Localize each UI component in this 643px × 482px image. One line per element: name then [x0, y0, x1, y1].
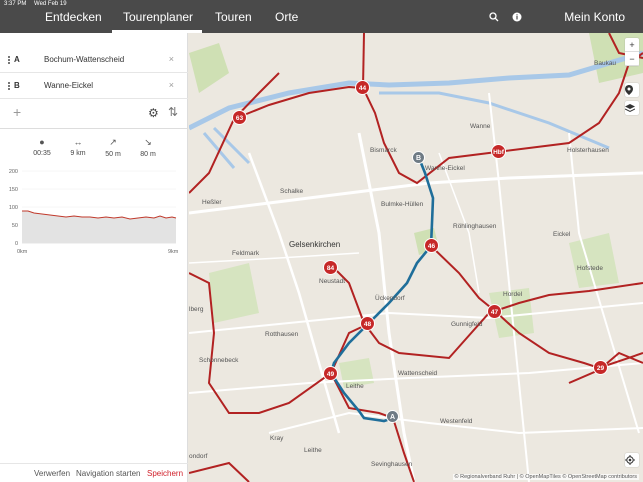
waypoint-marker-b[interactable]: B — [412, 151, 425, 164]
map-label: Sevinghausen — [371, 461, 413, 468]
elevation-profile: 200 150 100 50 0 0km 9km — [0, 169, 188, 259]
map-label: ondorf — [189, 453, 208, 460]
waypoint-start-field[interactable]: Bochum-Wattenscheid — [44, 55, 124, 64]
locate-me-icon[interactable] — [625, 453, 639, 467]
stat-ascent: ↗ 50 m — [98, 137, 128, 158]
route-badge[interactable]: 46 — [424, 238, 439, 253]
map-label: Schonnebeck — [199, 357, 239, 364]
map-label: Heßler — [202, 199, 222, 206]
waypoint-marker-a[interactable]: A — [386, 410, 399, 423]
duration-value: 00:35 — [33, 150, 51, 157]
y-tick: 0 — [15, 241, 18, 247]
map-label: Hofstede — [577, 265, 604, 272]
map-view[interactable]: Baukau Wanne Bismarck Holsterhausen Scha… — [189, 33, 643, 482]
map-canvas[interactable] — [189, 33, 643, 482]
descent-icon: ↘ — [144, 137, 152, 147]
map-label: Leithe — [346, 383, 364, 390]
route-badge[interactable]: 47 — [487, 304, 502, 319]
clear-icon[interactable]: × — [169, 80, 174, 90]
gear-icon[interactable]: ⚙ — [148, 106, 159, 120]
distance-icon: ↔ — [73, 137, 83, 147]
map-attribution[interactable]: © Regionalverband Ruhr | © OpenMapTiles … — [452, 474, 639, 480]
discard-button[interactable]: Verwerfen — [34, 469, 70, 478]
elevation-area — [22, 211, 176, 243]
map-label: Kray — [270, 435, 284, 442]
map-label: Ückendorf — [375, 295, 405, 302]
map-label: Bismarck — [370, 147, 397, 154]
route-planner-sidebar: A Bochum-Wattenscheid × B Wanne-Eickel ×… — [0, 33, 188, 482]
map-label: Rotthausen — [265, 331, 299, 338]
ascent-icon: ↗ — [109, 137, 117, 147]
stat-descent: ↘ 80 m — [133, 137, 163, 158]
zoom-controls: + − — [625, 38, 639, 66]
map-label: Röhlinghausen — [453, 223, 497, 230]
tab-orte[interactable]: Orte — [275, 10, 298, 24]
map-label-city: Gelsenkirchen — [289, 240, 341, 249]
map-label: Wattenscheid — [398, 370, 438, 377]
add-waypoint-icon[interactable]: + — [13, 104, 21, 120]
map-label: Feldmark — [232, 250, 260, 257]
ascent-value: 50 m — [105, 151, 121, 158]
stat-duration: ● 00:35 — [27, 137, 57, 157]
map-label: Bulmke-Hüllen — [381, 201, 424, 208]
map-label: Westenfeld — [440, 418, 473, 425]
layers-icon[interactable] — [625, 101, 639, 115]
waypoint-letter: A — [14, 55, 20, 64]
tab-touren[interactable]: Touren — [215, 10, 252, 24]
account-link[interactable]: Mein Konto — [564, 10, 625, 24]
zoom-in-button[interactable]: + — [625, 38, 639, 52]
top-navigation: 3:37 PM Wed Feb 19 Entdecken Tourenplane… — [0, 0, 643, 33]
stat-distance: ↔ 9 km — [63, 137, 93, 157]
map-label: Schalke — [280, 188, 304, 195]
map-label: Neustadt — [319, 278, 346, 285]
x-tick-end: 9km — [168, 249, 179, 255]
zoom-out-button[interactable]: − — [625, 52, 639, 66]
route-badge[interactable]: 29 — [593, 360, 608, 375]
route-badge[interactable]: 63 — [232, 110, 247, 125]
map-label: lberg — [189, 306, 204, 313]
descent-value: 80 m — [140, 151, 156, 158]
route-badge[interactable]: 44 — [355, 80, 370, 95]
waypoint-letter: B — [14, 81, 20, 90]
route-badge[interactable]: 48 — [360, 316, 375, 331]
x-tick-start: 0km — [17, 249, 28, 255]
route-badge[interactable]: 84 — [323, 260, 338, 275]
y-tick: 100 — [9, 205, 18, 211]
location-pin-icon[interactable] — [625, 83, 639, 97]
y-tick: 50 — [12, 223, 18, 229]
clock-icon: ● — [39, 137, 45, 147]
save-button[interactable]: Speichern — [147, 469, 183, 478]
search-icon[interactable] — [489, 12, 499, 22]
map-label: Wanne-Eickel — [425, 165, 465, 172]
clear-icon[interactable]: × — [169, 54, 174, 64]
tab-tourenplaner[interactable]: Tourenplaner — [123, 10, 193, 24]
route-actions: + ⚙ ⇅ — [0, 97, 188, 129]
y-tick: 200 — [9, 169, 18, 175]
route-stats: ● 00:35 ↔ 9 km ↗ 50 m ↘ 80 m — [0, 137, 188, 167]
status-date: Wed Feb 19 — [34, 1, 67, 7]
waypoint-row-a[interactable]: A Bochum-Wattenscheid × — [0, 47, 188, 73]
drag-handle-icon[interactable] — [8, 82, 10, 90]
distance-value: 9 km — [70, 150, 86, 157]
status-bar: 3:37 PM Wed Feb 19 — [0, 0, 643, 8]
route-badge[interactable]: 49 — [323, 366, 338, 381]
map-label: Eickel — [553, 231, 571, 238]
waypoint-row-b[interactable]: B Wanne-Eickel × — [0, 73, 188, 99]
map-label: Holsterhausen — [567, 147, 609, 154]
route-badge[interactable]: Hbf — [491, 144, 506, 159]
y-tick: 150 — [9, 187, 18, 193]
map-label: Gunnigfeld — [451, 321, 483, 328]
tab-entdecken[interactable]: Entdecken — [45, 10, 102, 24]
map-label: Baukau — [594, 60, 617, 67]
map-label: Leithe — [304, 447, 322, 454]
map-label: Wanne — [470, 123, 491, 130]
info-icon[interactable] — [512, 12, 522, 22]
sidebar-footer: Verwerfen Navigation starten Speichern — [0, 463, 188, 482]
swap-icon[interactable]: ⇅ — [168, 105, 178, 119]
status-time: 3:37 PM — [4, 1, 27, 7]
map-label: Hordel — [503, 291, 523, 298]
drag-handle-icon[interactable] — [8, 56, 10, 64]
waypoint-end-field[interactable]: Wanne-Eickel — [44, 81, 93, 90]
start-navigation-button[interactable]: Navigation starten — [76, 469, 140, 478]
